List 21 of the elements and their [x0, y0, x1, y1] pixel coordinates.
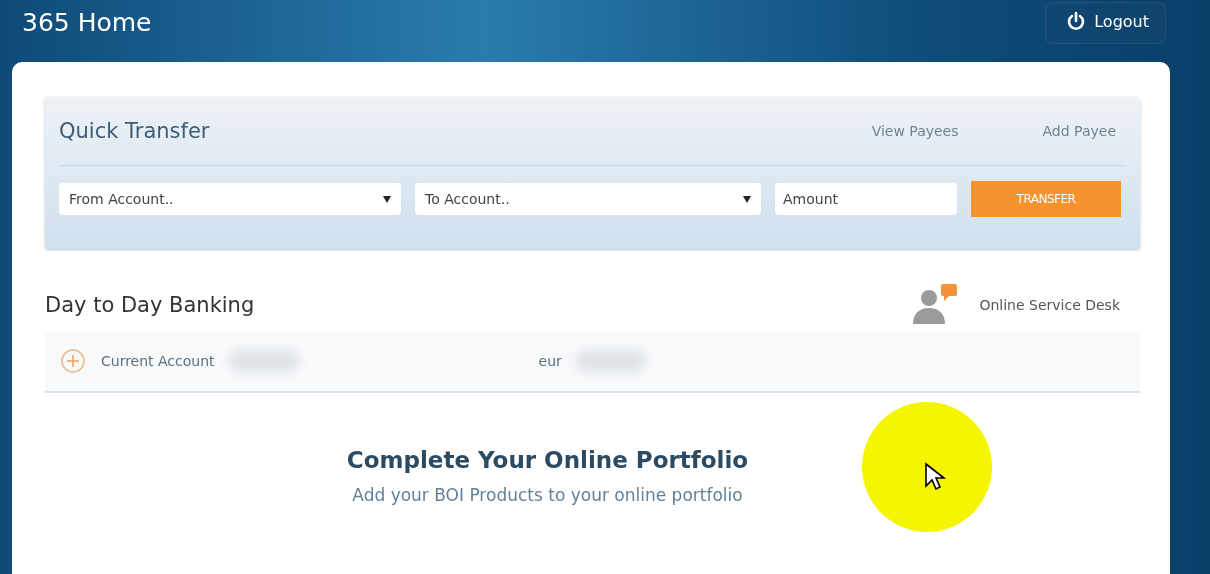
amount-field[interactable]: Amount [775, 183, 957, 215]
power-icon [1066, 11, 1087, 31]
caret-icon [743, 195, 751, 203]
redacted-balance [575, 350, 646, 372]
logout-button[interactable]: Logout [1045, 2, 1166, 44]
currency-label: eur [538, 353, 562, 369]
pointer-icon [924, 462, 946, 492]
caret-icon [383, 195, 391, 203]
plus-icon[interactable] [61, 349, 85, 373]
redacted-number [228, 350, 299, 372]
chat-person-icon [911, 284, 960, 326]
panel-title: Quick Transfer [59, 119, 211, 143]
section-title: Day to Day Banking [45, 293, 256, 317]
account-row[interactable]: Current Account eur [45, 331, 1140, 393]
from-account-dropdown[interactable]: From Account.. [59, 183, 401, 215]
service-desk-link[interactable]: Online Service Desk [979, 297, 1120, 313]
portfolio-subtitle: Add your BOI Products to your online portfolio [351, 485, 744, 505]
account-name: Current Account [101, 353, 215, 369]
to-account-dropdown[interactable]: To Account.. [415, 183, 761, 215]
page-title: 365 Home [22, 8, 152, 37]
portfolio-heading: Complete Your Online Portfolio [345, 447, 750, 473]
